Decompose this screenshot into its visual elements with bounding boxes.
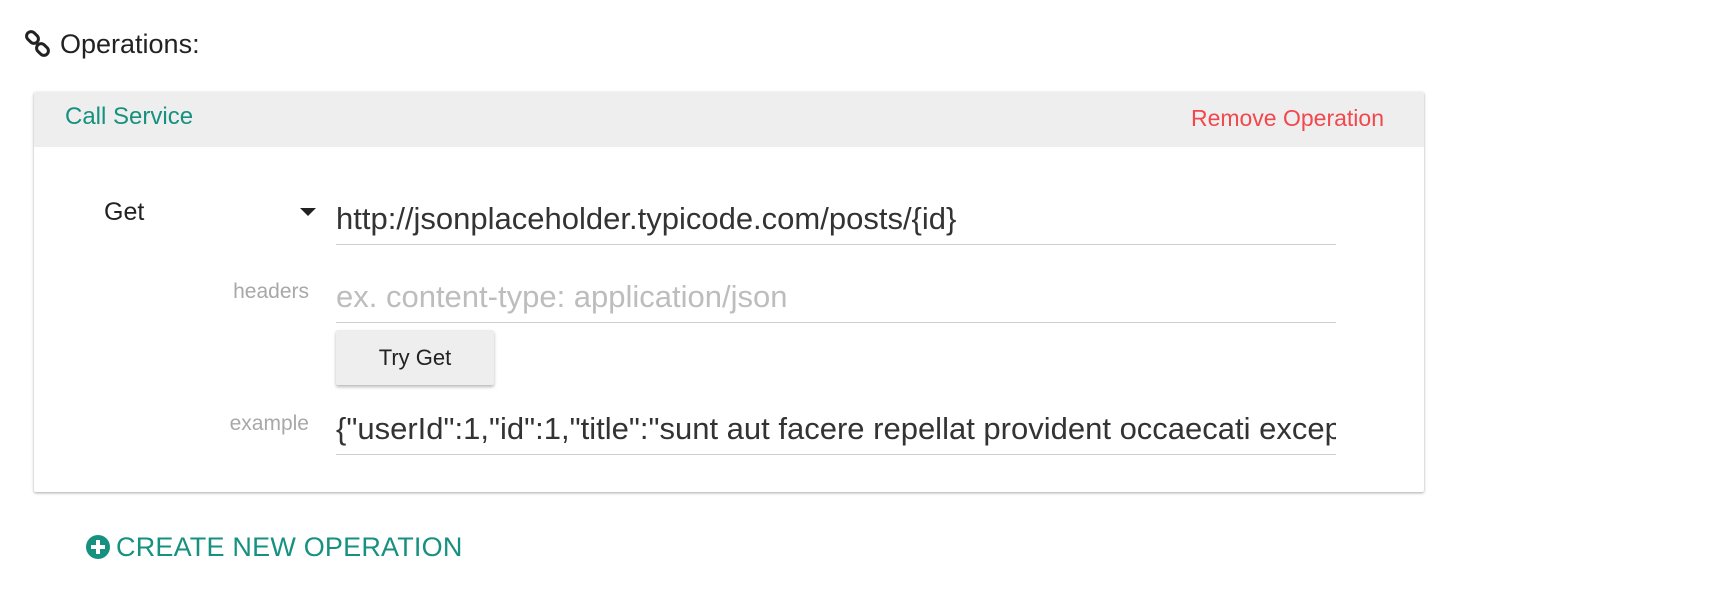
section-title: Operations:: [60, 28, 200, 59]
url-field: [336, 196, 1336, 245]
headers-label: headers: [233, 280, 309, 303]
operation-card-header: Call Service Remove Operation: [34, 92, 1424, 147]
create-new-operation-button[interactable]: CREATE NEW OPERATION: [86, 528, 463, 566]
method-selected-value: Get: [104, 197, 145, 226]
example-label: example: [229, 412, 309, 435]
example-field: [336, 406, 1336, 455]
headers-field: [336, 274, 1336, 323]
headers-input[interactable]: [336, 274, 1336, 320]
operation-card: Call Service Remove Operation Get header…: [34, 92, 1424, 492]
remove-operation-link[interactable]: Remove Operation: [1191, 105, 1384, 132]
caret-down-icon: [300, 208, 316, 216]
plus-circle-icon: [86, 535, 110, 559]
operations-section-header: Operations:: [24, 24, 200, 64]
example-input[interactable]: [336, 406, 1336, 452]
try-get-button[interactable]: Try Get: [336, 330, 494, 385]
method-select[interactable]: Get: [104, 192, 316, 232]
page: Operations: Call Service Remove Operatio…: [0, 0, 1712, 608]
create-new-operation-label: CREATE NEW OPERATION: [116, 531, 463, 562]
url-input[interactable]: [336, 196, 1336, 242]
operation-type-title: Call Service: [65, 103, 194, 130]
link-icon: [24, 30, 52, 58]
